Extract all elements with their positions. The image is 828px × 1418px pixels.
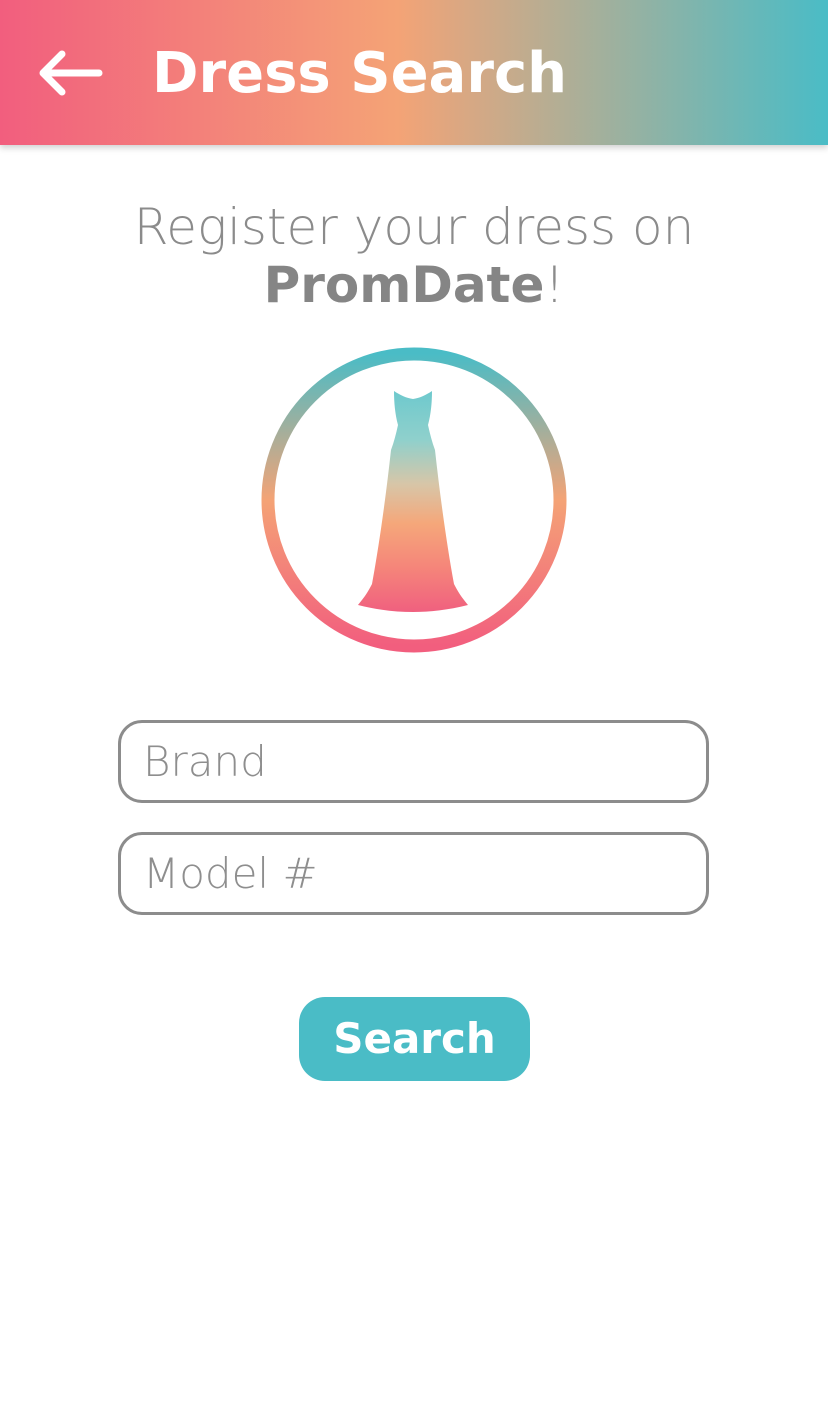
brand-name: PromDate <box>263 256 545 314</box>
brand-input[interactable] <box>121 723 706 800</box>
heading-line1: Register your dress on <box>133 198 695 256</box>
heading-line2: PromDate! <box>0 256 828 314</box>
dress-search-screen: Dress Search Register your dress on Prom… <box>0 0 828 1418</box>
page-title: Dress Search <box>152 41 568 106</box>
search-button[interactable]: Search <box>299 997 530 1081</box>
brand-field[interactable] <box>118 720 709 803</box>
heading-suffix: ! <box>544 256 565 314</box>
dress-logo <box>260 346 568 654</box>
app-bar: Dress Search <box>0 0 828 145</box>
arrow-left-icon <box>39 50 103 96</box>
back-button[interactable] <box>26 35 116 111</box>
register-heading: Register your dress on PromDate! <box>0 198 828 314</box>
model-field[interactable] <box>118 832 709 915</box>
model-input[interactable] <box>121 835 706 912</box>
